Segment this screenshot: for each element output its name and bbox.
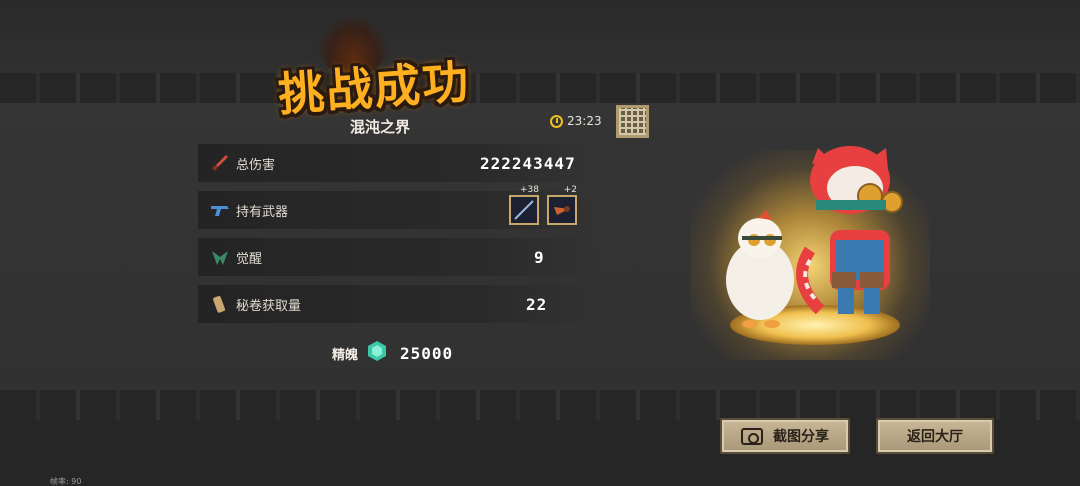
camera-icon	[741, 427, 763, 445]
spear-icon	[511, 200, 537, 227]
red-panda-hero	[796, 146, 903, 315]
stat-value: 9	[534, 247, 545, 267]
return-lobby-button[interactable]: 返回大厅	[876, 418, 994, 454]
dagger-icon	[208, 151, 232, 175]
gem-icon	[366, 340, 388, 366]
scroll-icon	[208, 292, 232, 316]
essence-label: 精魄	[332, 347, 359, 363]
share-screenshot-button[interactable]: 截图分享	[720, 418, 850, 454]
decor-band-top	[0, 73, 1080, 103]
stat-label: 持有武器	[236, 204, 289, 220]
weapon-level: +38	[520, 185, 539, 195]
stat-value: 22	[526, 294, 548, 314]
clock-icon	[550, 114, 563, 128]
character-illustration	[726, 146, 903, 328]
timer-value: 23:23	[567, 114, 602, 128]
weapon-level: +2	[563, 185, 577, 195]
stat-row-scrolls: 秘卷获取量 22	[198, 285, 598, 323]
stage-name: 混沌之界	[349, 118, 410, 136]
share-label: 截图分享	[773, 429, 829, 445]
drill-icon	[549, 206, 575, 227]
title-banner: 挑战成功	[270, 16, 500, 122]
essence-value: 25000	[400, 343, 454, 363]
stat-row-weapons: 持有武器 +38 +2	[198, 185, 598, 229]
decor-band-bottom	[0, 390, 1080, 420]
chicken-companion	[726, 210, 794, 328]
map-grid-icon[interactable]	[616, 105, 649, 138]
timer: 23:23	[550, 114, 602, 128]
back-label: 返回大厅	[907, 429, 963, 445]
stat-label: 觉醒	[236, 251, 263, 267]
stat-value: 222243447	[480, 153, 576, 173]
stat-row-awaken: 觉醒 9	[198, 238, 598, 276]
fps-counter: 帧率: 90	[50, 477, 82, 486]
essence-reward: 精魄 25000	[332, 340, 453, 366]
stat-label: 秘卷获取量	[236, 298, 302, 314]
stat-label: 总伤害	[236, 157, 276, 173]
page-title: 挑战成功	[276, 54, 472, 122]
weapon-slot-2[interactable]: +2	[547, 185, 577, 227]
awaken-icon	[208, 245, 232, 269]
stat-row-damage: 总伤害 222243447	[198, 144, 598, 182]
weapon-slot-1[interactable]: +38	[509, 185, 539, 227]
top-background	[0, 0, 1080, 73]
gun-icon	[208, 198, 232, 222]
